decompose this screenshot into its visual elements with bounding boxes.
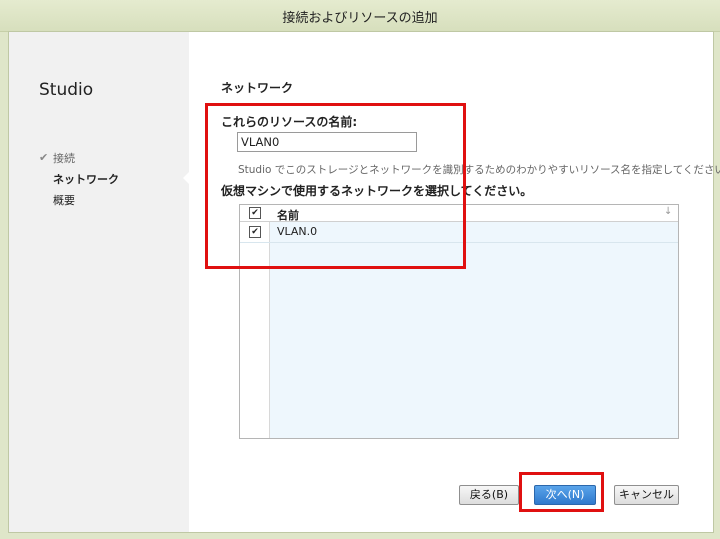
checkmark-icon: ✔ [39,151,49,164]
window-title: 接続およびリソースの追加 [282,11,438,26]
wizard-steps: ✔ 接続 ネットワーク 概要 [39,147,119,210]
wizard-sidebar: Studio ✔ 接続 ネットワーク 概要 [9,32,189,532]
step-connection[interactable]: ✔ 接続 [39,147,119,168]
back-button[interactable]: 戻る(B) [459,485,519,505]
step-summary[interactable]: 概要 [39,189,119,210]
step-label: 概要 [53,193,75,207]
step-label: 接続 [53,151,75,165]
cancel-button[interactable]: キャンセル [614,485,679,505]
title-bar: 接続およびリソースの追加 [0,0,720,32]
app-name: Studio [39,80,94,100]
highlight-box-next [519,472,604,512]
page-title: ネットワーク [221,81,294,95]
step-network[interactable]: ネットワーク [39,168,119,189]
sort-arrow-icon[interactable]: ↓ [664,206,672,217]
step-label: ネットワーク [53,172,119,186]
highlight-box-name-and-network [205,103,466,269]
